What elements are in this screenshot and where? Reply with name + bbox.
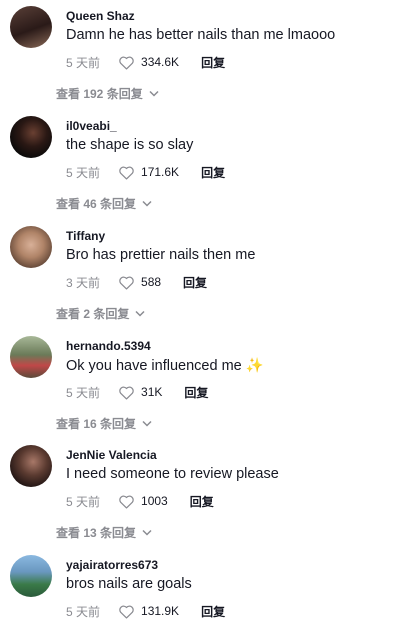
comment-username[interactable]: hernando.5394 [66, 339, 151, 353]
comment-meta: 5 天前 31K 回复 [66, 383, 208, 401]
avatar[interactable] [10, 226, 52, 268]
comment-text: I need someone to review please [66, 466, 279, 482]
comment-text: bros nails are goals [66, 576, 192, 592]
comment-time: 5 天前 [66, 494, 101, 509]
reply-button[interactable]: 回复 [201, 164, 225, 181]
chevron-down-icon [142, 200, 152, 207]
comment-text: Ok you have influenced me ✨ [66, 357, 264, 374]
view-replies-button[interactable]: 查看 46 条回复 [56, 195, 152, 212]
like-count: 588 [141, 275, 162, 289]
like-count: 1003 [141, 494, 168, 508]
like-count: 31K [141, 385, 163, 399]
reply-button[interactable]: 回复 [201, 54, 225, 71]
comment-username[interactable]: JenNie Valencia [66, 448, 157, 462]
comment-time: 5 天前 [66, 165, 101, 180]
view-replies-label: 查看 46 条回复 [56, 197, 137, 211]
avatar[interactable] [10, 445, 52, 487]
comment-time: 5 天前 [66, 604, 101, 619]
view-replies-label: 查看 13 条回复 [56, 526, 137, 540]
reply-button[interactable]: 回复 [184, 384, 208, 401]
comment-time: 3 天前 [66, 275, 101, 290]
comment-item: Queen Shaz Damn he has better nails than… [0, 6, 405, 106]
chevron-down-icon [142, 529, 152, 536]
view-replies-label: 查看 16 条回复 [56, 417, 137, 431]
view-replies-button[interactable]: 查看 2 条回复 [56, 305, 145, 322]
avatar[interactable] [10, 336, 52, 378]
avatar[interactable] [10, 6, 52, 48]
comment-item: yajairatorres673 bros nails are goals 5 … [0, 555, 405, 621]
like-count: 334.6K [141, 55, 180, 69]
comment-text: Damn he has better nails than me lmaooo [66, 27, 336, 43]
view-replies-button[interactable]: 查看 13 条回复 [56, 524, 152, 541]
comment-text-content: Ok you have influenced me [66, 358, 242, 374]
comment-item: JenNie Valencia I need someone to review… [0, 445, 405, 545]
comment-item: Tiffany Bro has prettier nails then me 3… [0, 226, 405, 326]
comment-item: hernando.5394 Ok you have influenced me … [0, 336, 405, 436]
comment-meta: 5 天前 171.6K 回复 [66, 163, 225, 181]
view-replies-button[interactable]: 查看 192 条回复 [56, 85, 159, 102]
view-replies-label: 查看 192 条回复 [56, 87, 143, 101]
comment-username[interactable]: il0veabi_ [66, 119, 117, 133]
comment-time: 5 天前 [66, 55, 101, 70]
comment-meta: 5 天前 1003 回复 [66, 492, 214, 510]
like-count: 171.6K [141, 165, 180, 179]
chevron-down-icon [149, 90, 159, 97]
view-replies-label: 查看 2 条回复 [56, 307, 130, 321]
comment-text: Bro has prettier nails then me [66, 247, 256, 263]
like-count: 131.9K [141, 604, 180, 618]
comment-item: il0veabi_ the shape is so slay 5 天前 171.… [0, 116, 405, 216]
comment-meta: 5 天前 131.9K 回复 [66, 602, 225, 620]
comment-username[interactable]: Queen Shaz [66, 9, 135, 23]
heart-icon[interactable] [118, 55, 135, 70]
sparkles-emoji: ✨ [245, 358, 264, 374]
heart-icon[interactable] [118, 275, 135, 290]
view-replies-button[interactable]: 查看 16 条回复 [56, 415, 152, 432]
comment-username[interactable]: yajairatorres673 [66, 558, 158, 572]
comment-username[interactable]: Tiffany [66, 229, 105, 243]
reply-button[interactable]: 回复 [201, 603, 225, 620]
chevron-down-icon [142, 420, 152, 427]
avatar[interactable] [10, 116, 52, 158]
chevron-down-icon [135, 310, 145, 317]
heart-icon[interactable] [118, 165, 135, 180]
heart-icon[interactable] [118, 604, 135, 619]
heart-icon[interactable] [118, 385, 135, 400]
comment-time: 5 天前 [66, 385, 101, 400]
reply-button[interactable]: 回复 [183, 274, 207, 291]
heart-icon[interactable] [118, 494, 135, 509]
reply-button[interactable]: 回复 [190, 493, 214, 510]
comment-text: the shape is so slay [66, 137, 194, 153]
avatar[interactable] [10, 555, 52, 597]
comment-meta: 3 天前 588 回复 [66, 273, 207, 291]
comment-meta: 5 天前 334.6K 回复 [66, 53, 225, 71]
